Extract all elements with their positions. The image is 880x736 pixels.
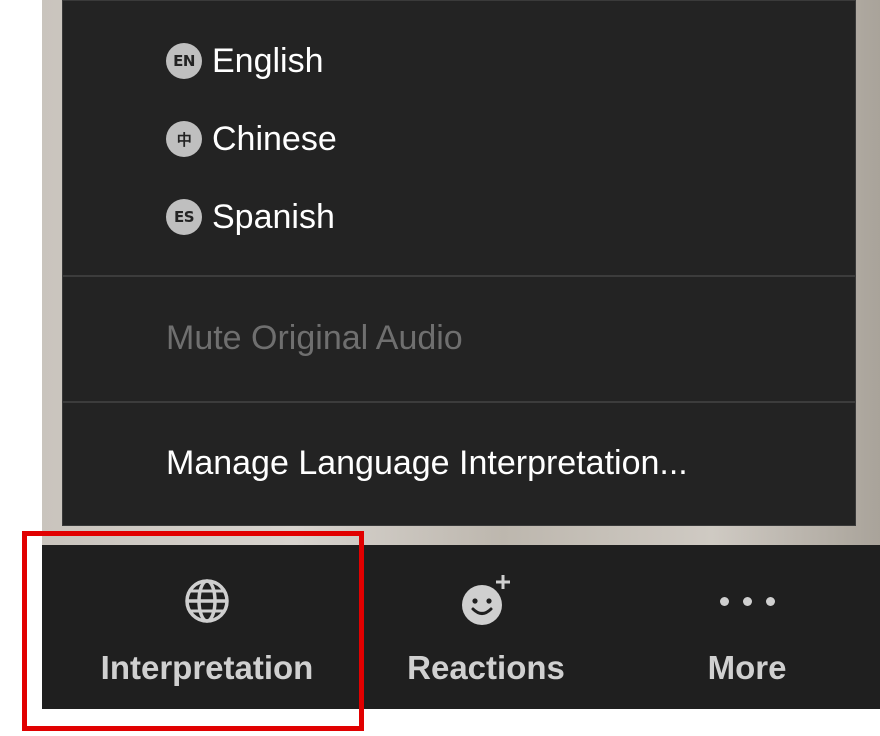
language-label: English: [212, 41, 324, 80]
zh-badge-icon: 中: [166, 121, 202, 157]
reactions-button[interactable]: Reactions: [372, 545, 600, 709]
smiley-plus-icon: [456, 573, 516, 629]
menu-item-spanish[interactable]: ES Spanish: [166, 189, 335, 245]
reactions-label: Reactions: [407, 649, 565, 686]
language-label: Spanish: [212, 197, 335, 236]
interpretation-menu: EN English 中 Chinese ES Spanish Mute Ori…: [62, 0, 856, 526]
more-label: More: [707, 649, 787, 686]
highlight-annotation-box: [22, 531, 364, 731]
more-button[interactable]: More: [642, 545, 852, 709]
language-label: Chinese: [212, 119, 337, 158]
en-badge-icon: EN: [166, 43, 202, 79]
menu-divider: [63, 401, 855, 403]
menu-item-chinese[interactable]: 中 Chinese: [166, 111, 337, 167]
more-dots-icon: [719, 573, 775, 629]
menu-divider: [63, 275, 855, 277]
mute-original-audio-item: Mute Original Audio: [166, 319, 463, 357]
es-badge-icon: ES: [166, 199, 202, 235]
manage-language-interpretation-item[interactable]: Manage Language Interpretation...: [166, 444, 688, 483]
menu-item-english[interactable]: EN English: [166, 33, 324, 89]
